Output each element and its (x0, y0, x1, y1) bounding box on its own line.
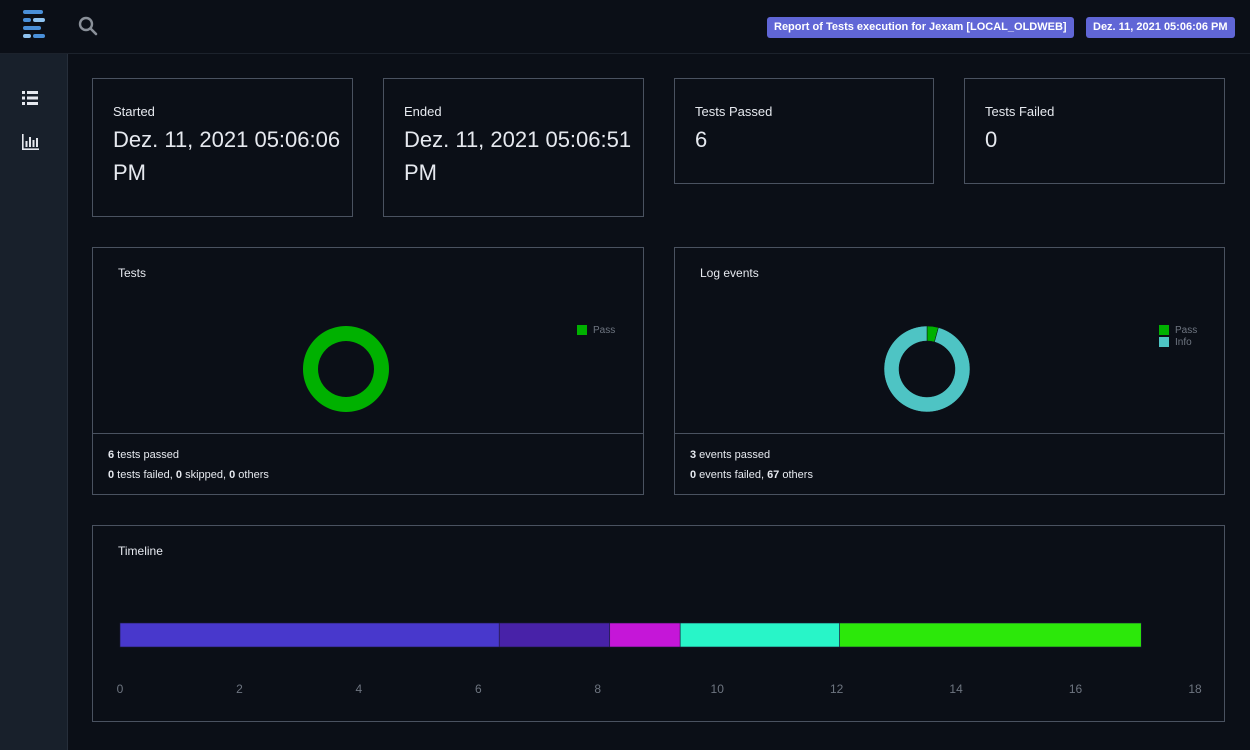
timeline-tick-label: 6 (475, 682, 482, 696)
log-events-chart-legend: Pass Info (1159, 324, 1197, 348)
tests-passed-card: Tests Passed 6 (674, 78, 934, 184)
tests-passed-label: Tests Passed (695, 104, 773, 119)
started-value: Dez. 11, 2021 05:06:06 PM (113, 127, 341, 185)
timeline-segment-4[interactable] (679, 622, 840, 648)
legend-item-pass[interactable]: Pass (577, 324, 615, 336)
tests-failed-value: 0 (985, 127, 998, 152)
tests-passed-summary: 6 tests passed (108, 449, 179, 461)
legend-swatch (577, 325, 587, 335)
legend-item-info[interactable]: Info (1159, 336, 1197, 348)
timeline-tick-label: 2 (236, 682, 243, 696)
timeline-segment-3[interactable] (609, 622, 681, 648)
bar-chart-icon[interactable] (20, 133, 40, 151)
timeline-tick-label: 14 (949, 682, 963, 696)
timeline-segment-5[interactable] (839, 622, 1142, 648)
started-label: Started (113, 104, 155, 119)
tests-failed-card: Tests Failed 0 (964, 78, 1225, 184)
sidebar (0, 54, 68, 750)
events-failed-summary: 0 events failed, 67 others (690, 469, 813, 481)
tests-passed-value: 6 (695, 127, 708, 152)
tests-chart-card: Tests Pass 6 tests passed 0 tests failed… (92, 247, 644, 495)
legend-item-pass[interactable]: Pass (1159, 324, 1197, 336)
legend-swatch (1159, 325, 1169, 335)
started-card: Started Dez. 11, 2021 05:06:06 PM (92, 78, 353, 217)
timeline-tick-label: 18 (1188, 682, 1202, 696)
legend-label: Info (1175, 336, 1192, 348)
report-title-badge: Report of Tests execution for Jexam [LOC… (767, 17, 1074, 38)
tests-failed-summary: 0 tests failed, 0 skipped, 0 others (108, 469, 269, 481)
tests-donut-chart (302, 326, 389, 412)
timeline-tick-label: 4 (356, 682, 363, 696)
tests-summary: 6 tests passed 0 tests failed, 0 skipped… (93, 433, 643, 494)
timeline-tick-label: 8 (594, 682, 601, 696)
timeline-segment-2[interactable] (498, 622, 611, 648)
donut-slice-info[interactable] (883, 325, 971, 413)
log-events-donut-chart (883, 325, 971, 413)
logo-icon[interactable] (20, 9, 48, 41)
timestamp-badge: Dez. 11, 2021 05:06:06 PM (1086, 17, 1235, 38)
timeline-tick-label: 0 (117, 682, 124, 696)
legend-label: Pass (1175, 324, 1198, 336)
list-icon[interactable] (20, 89, 40, 107)
donut-slice-pass[interactable] (302, 326, 389, 412)
log-events-summary: 3 events passed 0 events failed, 67 othe… (675, 433, 1224, 494)
top-bar: Report of Tests execution for Jexam [LOC… (0, 0, 1250, 54)
legend-swatch (1159, 337, 1169, 347)
log-events-chart-card: Log events Pass Info 3 events passed 0 ev… (674, 247, 1225, 495)
search-icon[interactable] (78, 16, 98, 36)
legend-label: Pass (593, 324, 616, 336)
tests-chart-legend: Pass (577, 324, 615, 336)
ended-value: Dez. 11, 2021 05:06:51 PM (404, 127, 632, 185)
timeline-tick-label: 12 (830, 682, 844, 696)
tests-failed-label: Tests Failed (985, 104, 1055, 119)
timeline-card: Timeline 0 2 4 6 8 10 12 14 16 18 (92, 525, 1225, 722)
log-events-chart-title: Log events (700, 266, 759, 280)
timeline-tick-label: 16 (1069, 682, 1083, 696)
tests-chart-title: Tests (118, 266, 147, 280)
timeline-tick-label: 10 (711, 682, 725, 696)
timeline-segment-1[interactable] (119, 622, 500, 648)
events-passed-summary: 3 events passed (690, 449, 771, 461)
ended-card: Ended Dez. 11, 2021 05:06:51 PM (383, 78, 644, 217)
ended-label: Ended (404, 104, 442, 119)
timeline-chart: 0 2 4 6 8 10 12 14 16 18 (117, 622, 1202, 696)
